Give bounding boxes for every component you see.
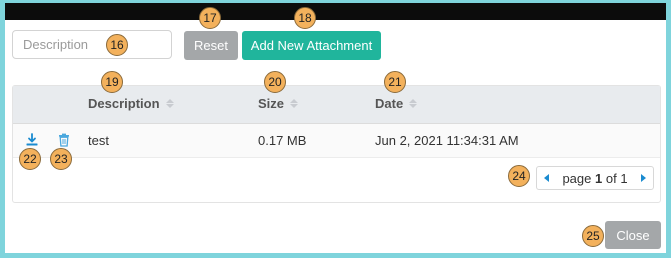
close-button[interactable]: Close: [605, 221, 661, 249]
table-row: test 0.17 MB Jun 2, 2021 11:34:31 AM: [13, 124, 660, 158]
page-prefix: page: [562, 170, 592, 186]
page-indicator: page 1 of 1: [562, 171, 627, 186]
pagination: page 1 of 1: [536, 166, 654, 190]
page-of: of: [605, 170, 617, 186]
current-page: 1: [594, 170, 603, 186]
sort-icon: [409, 99, 418, 108]
callout-badge-25: 25: [582, 225, 604, 247]
column-header-date[interactable]: Date: [375, 96, 418, 111]
dialog-header-bar: [5, 3, 666, 20]
callout-badge-22: 22: [19, 148, 41, 170]
prev-page-button[interactable]: [537, 167, 555, 189]
column-header-label: Description: [88, 96, 160, 111]
callout-badge-18: 18: [294, 7, 316, 29]
column-header-description[interactable]: Description: [88, 96, 174, 111]
callout-badge-20: 20: [264, 71, 286, 93]
cell-date: Jun 2, 2021 11:34:31 AM: [375, 133, 519, 148]
download-icon[interactable]: [24, 132, 40, 148]
column-header-label: Size: [258, 96, 285, 111]
sort-icon: [165, 99, 174, 108]
trash-icon[interactable]: [56, 132, 72, 148]
callout-badge-17: 17: [199, 7, 221, 29]
attachments-table: Description Size Date test 0.17 MB Jun 2…: [12, 85, 661, 203]
callout-badge-23: 23: [50, 148, 72, 170]
callout-badge-19: 19: [101, 71, 123, 93]
callout-badge-24: 24: [508, 165, 530, 187]
chevron-left-icon: [543, 174, 549, 182]
callout-badge-16: 16: [106, 34, 128, 56]
cell-size: 0.17 MB: [258, 133, 307, 148]
next-page-button[interactable]: [635, 167, 653, 189]
add-new-attachment-button[interactable]: Add New Attachment: [242, 31, 381, 60]
cell-description: test: [88, 133, 109, 148]
callout-badge-21: 21: [384, 71, 406, 93]
column-header-label: Date: [375, 96, 404, 111]
attachments-dialog: 16 Reset 17 Add New Attachment 18 Descri…: [5, 3, 666, 253]
sort-icon: [290, 99, 299, 108]
column-header-size[interactable]: Size: [258, 96, 299, 111]
description-search-input[interactable]: [12, 30, 172, 59]
reset-button[interactable]: Reset: [184, 31, 238, 60]
total-pages: 1: [620, 170, 628, 186]
chevron-right-icon: [641, 174, 647, 182]
